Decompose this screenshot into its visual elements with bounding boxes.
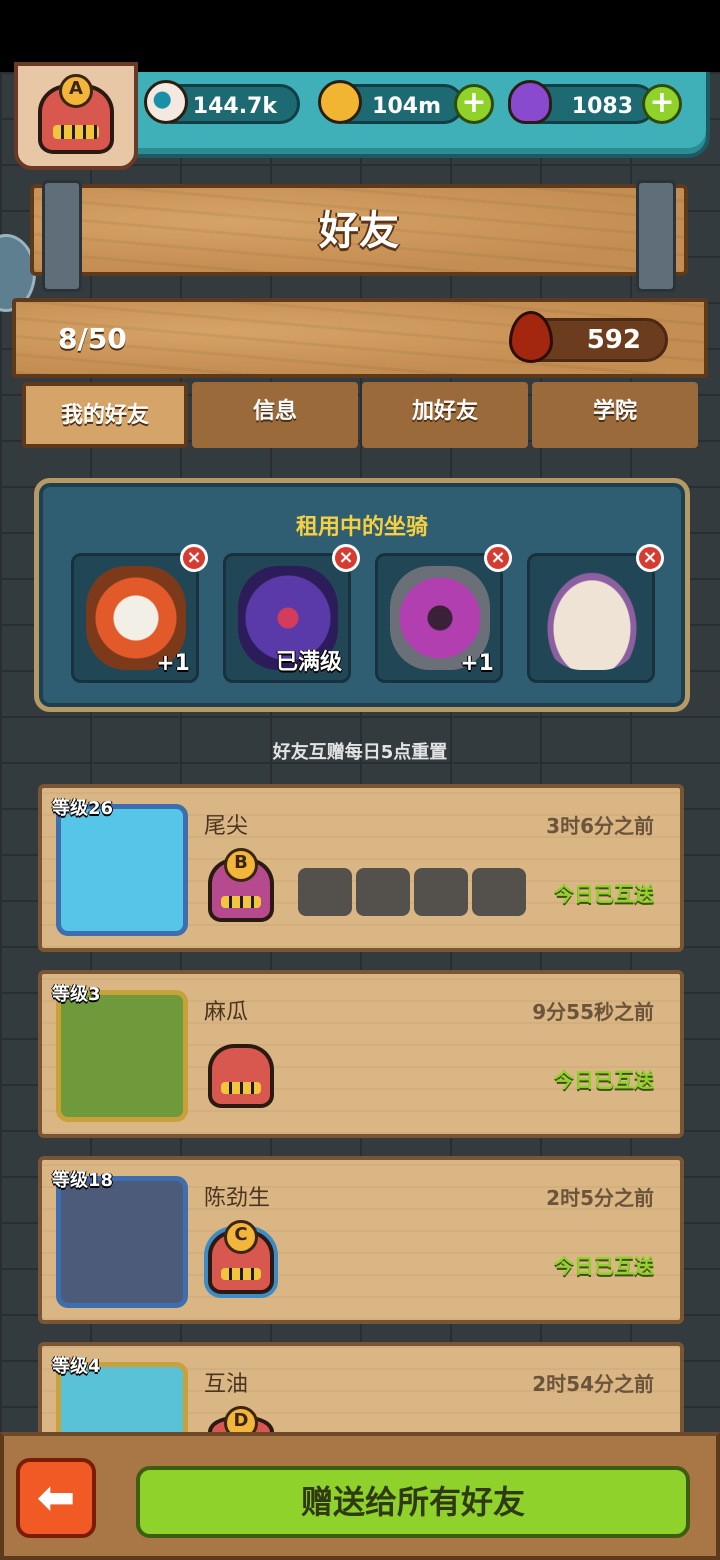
friend-last-online: 2时5分之前 <box>546 1186 654 1210</box>
arrow-left-icon: ⬅ <box>36 1470 76 1524</box>
friend-count: 8/50 <box>58 322 127 355</box>
mount-tag: 已满级 <box>275 650 342 675</box>
friend-last-online: 3时6分之前 <box>546 814 654 838</box>
potion-count: 1083 <box>571 94 633 119</box>
mount-slot[interactable]: × +1 <box>71 544 208 683</box>
gift-status: 今日已互送 <box>554 882 654 906</box>
blood-counter: 592 <box>509 311 668 363</box>
eye-count: 144.7k <box>192 94 277 119</box>
tab-messages[interactable]: 信息 <box>192 382 358 448</box>
gift-status: 今日已互送 <box>554 1254 654 1278</box>
mount-slot[interactable]: × <box>527 544 664 683</box>
friend-card[interactable]: 等级18 陈劲生 2时5分之前 C 今日已互送 <box>38 1156 684 1324</box>
reset-note: 好友互赠每日5点重置 <box>272 742 448 763</box>
title-plank: 好友 <box>30 180 688 292</box>
blood-count: 592 <box>586 325 641 355</box>
friend-monster-icon: B <box>208 848 274 922</box>
friend-level: 等级4 <box>52 1356 101 1377</box>
remove-mount-button[interactable]: × <box>484 544 512 572</box>
friend-name: 陈劲生 <box>204 1186 271 1211</box>
vehicle-icon <box>414 868 468 916</box>
page-title: 好友 <box>319 208 399 254</box>
mount-tag: +1 <box>156 651 190 676</box>
blood-drop-icon <box>509 311 553 363</box>
back-button[interactable]: ⬅ <box>16 1458 96 1538</box>
remove-mount-button[interactable]: × <box>180 544 208 572</box>
mount-slot[interactable]: × 已满级 <box>223 544 360 683</box>
friend-card[interactable]: 等级26 尾尖 3时6分之前 B 今日已互送 <box>38 784 684 952</box>
eyeball-icon <box>144 80 188 124</box>
add-coins-button[interactable]: + <box>454 84 494 124</box>
friend-name: 互油 <box>204 1372 249 1397</box>
friend-level: 等级26 <box>52 798 114 819</box>
tab-label: 我的好友 <box>60 403 149 428</box>
rented-mounts-panel: 租用中的坐骑 × +1 × 已满级 × +1 × <box>34 478 690 712</box>
friend-monster-icon: C <box>208 1220 274 1294</box>
vehicle-icon <box>472 868 526 916</box>
gift-all-button[interactable]: 赠送给所有好友 <box>136 1466 690 1538</box>
friend-avatar <box>56 1176 188 1308</box>
player-monster-icon: A <box>38 74 114 154</box>
friend-avatar <box>56 804 188 936</box>
info-plank: 8/50 592 <box>12 298 708 378</box>
player-grade: A <box>59 74 93 108</box>
friend-avatar <box>56 990 188 1122</box>
gift-all-label: 赠送给所有好友 <box>300 1483 525 1521</box>
friend-grade: C <box>224 1220 258 1254</box>
friend-name: 尾尖 <box>204 814 249 839</box>
rabbit-mount-icon <box>542 566 642 670</box>
friend-last-online: 2时54分之前 <box>532 1372 654 1396</box>
remove-mount-button[interactable]: × <box>332 544 360 572</box>
friend-level: 等级18 <box>52 1170 114 1191</box>
player-badge[interactable]: A <box>14 62 138 170</box>
coin-icon <box>318 80 362 124</box>
friend-monster-icon <box>208 1044 274 1108</box>
gift-status: 今日已互送 <box>554 1068 654 1092</box>
tab-label: 加好友 <box>411 399 478 424</box>
mount-tag: +1 <box>460 651 494 676</box>
tab-label: 信息 <box>252 399 297 424</box>
tab-my-friends[interactable]: 我的好友 <box>22 382 188 448</box>
friend-name: 麻瓜 <box>204 1000 249 1025</box>
add-potion-button[interactable]: + <box>642 84 682 124</box>
tab-label: 学院 <box>592 399 637 424</box>
coin-count: 104m <box>372 94 441 119</box>
vehicle-icon <box>298 868 352 916</box>
friend-level: 等级3 <box>52 984 101 1005</box>
friend-last-online: 9分55秒之前 <box>532 1000 654 1024</box>
remove-mount-button[interactable]: × <box>636 544 664 572</box>
potion-icon <box>508 80 552 124</box>
rented-mounts-title: 租用中的坐骑 <box>295 515 428 540</box>
tab-add-friend[interactable]: 加好友 <box>362 382 528 448</box>
friend-card[interactable]: 等级3 麻瓜 9分55秒之前 今日已互送 <box>38 970 684 1138</box>
mount-slot[interactable]: × +1 <box>375 544 512 683</box>
vehicle-icon <box>356 868 410 916</box>
tab-academy[interactable]: 学院 <box>532 382 698 448</box>
friend-grade: B <box>224 848 258 882</box>
